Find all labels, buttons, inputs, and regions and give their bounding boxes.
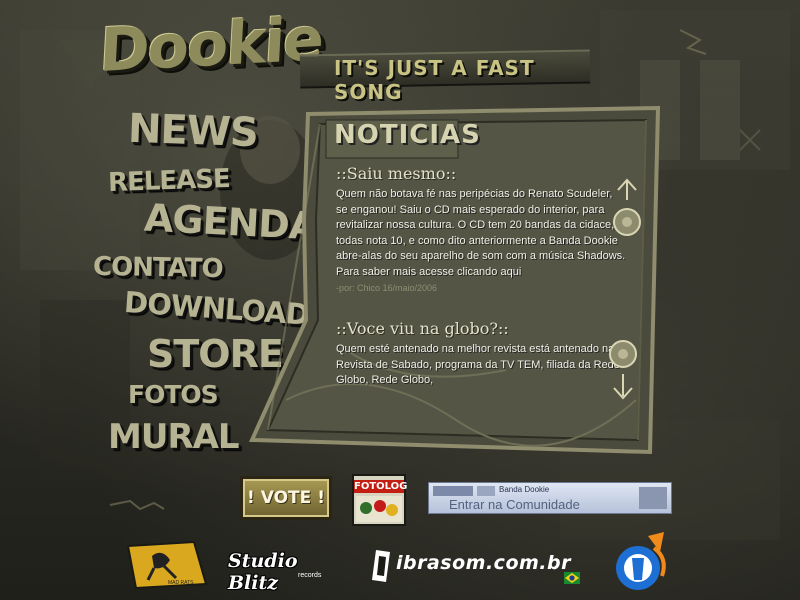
exclamation-icon: ! [246, 488, 255, 508]
news-list[interactable]: ::Saiu mesmo:: Quem não botava fé nas pe… [336, 164, 626, 416]
site-tagline: IT'S JUST A FAST SONG [334, 56, 535, 104]
news-headline: ::Voce viu na globo?:: [336, 319, 509, 338]
studio-logo-sub: records [298, 572, 322, 579]
comunidade-small-label: Banda Dookie [499, 485, 550, 494]
ibrasom-logo-text: ibrasom.com.br [396, 552, 571, 574]
scroll-knob-icon [609, 340, 637, 368]
page-background: Dookie IT'S JUST A FAST SONG NEWS RELEAS… [0, 0, 800, 600]
sponsor-tv-tem[interactable] [612, 530, 672, 594]
news-panel-title: NOTICIAS [334, 120, 481, 150]
exclamation-icon: ! [317, 488, 326, 508]
scroll-down-button[interactable] [606, 338, 640, 404]
nav-item-contato[interactable]: CONTATO [93, 252, 223, 284]
scroll-up-button[interactable] [610, 176, 644, 240]
brazil-flag-icon [564, 572, 580, 584]
ibrasom-icon [372, 550, 390, 582]
mad-rats-logo: MAD RATS [126, 540, 208, 590]
comunidade-button[interactable]: Banda Dookie Entrar na Comunidade [428, 482, 672, 514]
tv-logo-icon [616, 532, 666, 590]
news-body: Quem esté antenado na melhor revista est… [336, 343, 620, 386]
news-byline: -por: Chico 16/maio/2006 [336, 283, 438, 293]
nav-item-release[interactable]: RELEASE [108, 164, 231, 198]
site-logo[interactable]: Dookie [98, 4, 333, 92]
nav-item-fotos[interactable]: FOTOS [128, 380, 219, 409]
studio-logo-text: Studio Blitz [228, 550, 298, 594]
scroll-knob-icon [613, 208, 641, 236]
news-headline: ::Saiu mesmo:: [336, 164, 457, 183]
vote-button[interactable]: ! VOTE ! [240, 476, 332, 520]
news-body: Quem não botava fé nas peripécias do Ren… [336, 188, 626, 278]
nav-item-mural[interactable]: MURAL [108, 417, 240, 457]
sponsor-studio-blitz[interactable]: Studio Blitz records [222, 546, 352, 594]
sponsor-ibrasom[interactable]: ibrasom.com.br [368, 546, 588, 586]
fotolog-button[interactable]: FOTOLOG [352, 474, 408, 526]
nav-item-news[interactable]: NEWS [127, 106, 258, 156]
news-item: ::Voce viu na globo?:: Quem esté antenad… [336, 319, 626, 389]
fotolog-label: FOTOLOG [354, 480, 408, 493]
news-item: ::Saiu mesmo:: Quem não botava fé nas pe… [336, 164, 626, 293]
sponsor-mad-rats[interactable]: MAD RATS [124, 540, 210, 590]
vote-label: VOTE [260, 488, 312, 508]
comunidade-label: Entrar na Comunidade [449, 497, 580, 512]
mad-rats-label: MAD RATS [168, 580, 194, 586]
arrow-down-icon [613, 374, 633, 400]
fotolog-thumbnail [356, 496, 402, 522]
arrow-up-icon [617, 178, 637, 200]
